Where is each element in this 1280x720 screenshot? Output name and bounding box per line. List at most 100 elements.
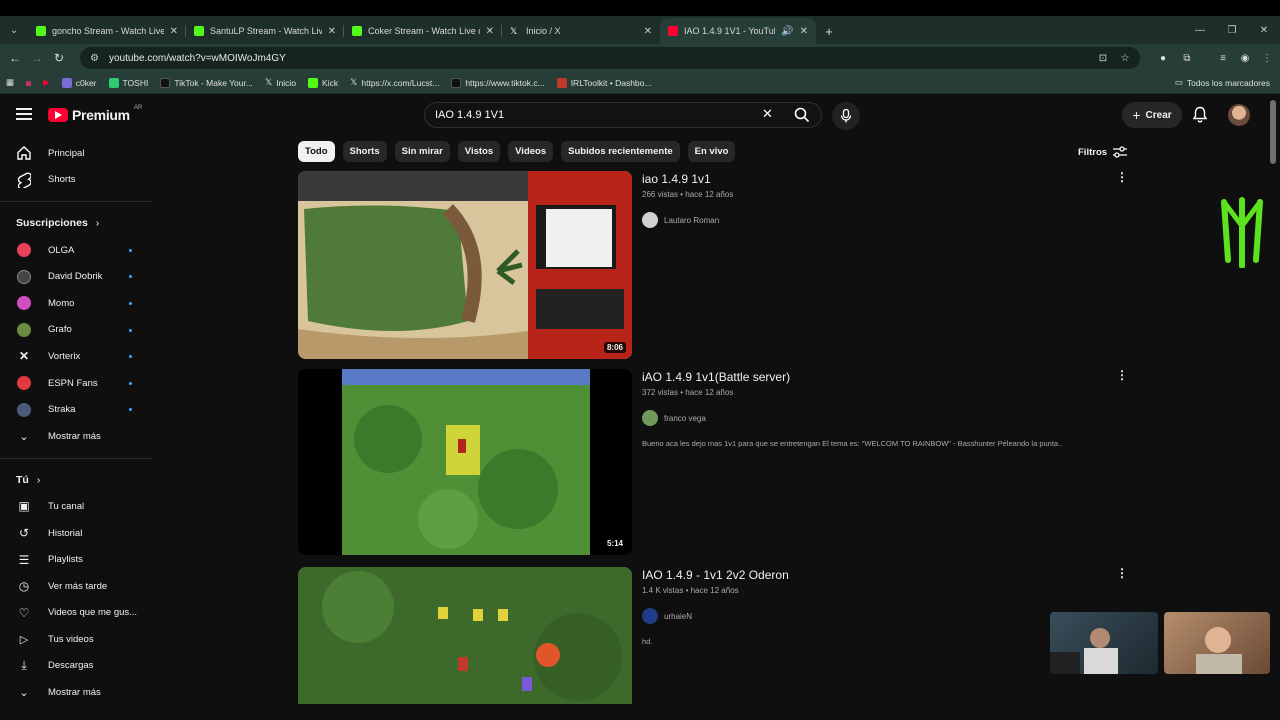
browser-tab[interactable]: SantuLP Stream - Watch Live on Kick ✕ [186, 18, 344, 44]
bookmark-star-icon[interactable]: ☆ [1114, 53, 1136, 64]
profile-icon[interactable]: ◉ [1234, 53, 1256, 64]
sidebar-item-principal[interactable]: Principal [0, 140, 152, 167]
reload-icon[interactable]: ↻ [48, 51, 70, 65]
close-window-icon[interactable]: ✕ [1248, 25, 1280, 36]
sidebar-subscription[interactable]: Straka [0, 396, 152, 423]
browser-tab[interactable]: goncho Stream - Watch Live on Kick ✕ [28, 18, 186, 44]
sidebar-item-tus-videos[interactable]: ▷ Tus videos [0, 626, 152, 653]
youtube-bookmark-icon[interactable]: ▶ [43, 77, 50, 88]
chip-vistos[interactable]: Vistos [457, 141, 501, 162]
tab-search-icon[interactable]: ⌄ [0, 16, 28, 44]
apps-grid-icon[interactable]: ▦ [6, 77, 14, 88]
back-icon[interactable]: ← [4, 51, 26, 65]
search-button[interactable] [782, 102, 822, 128]
search-icon [794, 107, 810, 123]
menu-kebab-icon[interactable]: ⋮ [1256, 53, 1278, 64]
chip-videos[interactable]: Videos [508, 141, 554, 162]
tab-title: IAO 1.4.9 1V1 - YouTube [684, 26, 776, 36]
page-scrollbar[interactable] [1270, 100, 1276, 164]
more-actions-icon[interactable]: ⋮ [1116, 171, 1128, 183]
subscriptions-heading[interactable]: Suscripciones › [0, 210, 152, 237]
sidebar-item-tu-canal[interactable]: ▣ Tu canal [0, 493, 152, 520]
close-icon[interactable]: ✕ [328, 26, 336, 37]
chip-shorts[interactable]: Shorts [342, 141, 387, 162]
youtube-masthead: Premium AR IAO 1.4.9 1V1 ✕ + Crear [0, 98, 1280, 134]
bookmark-item[interactable]: 𝕏https://x.com/Lucst... [350, 77, 439, 88]
you-heading[interactable]: Tú › [0, 467, 152, 494]
clear-search-icon[interactable]: ✕ [762, 106, 773, 122]
extensions-puzzle-icon[interactable]: ⧉ [1176, 53, 1198, 64]
create-button[interactable]: + Crear [1122, 102, 1182, 128]
channel-link[interactable]: Lautaro Roman [642, 212, 1112, 228]
download-icon: ⤓ [21, 658, 27, 673]
address-bar[interactable]: ⚙ youtube.com/watch?v=wMOIWoJm4GY [80, 47, 1140, 69]
account-avatar[interactable] [1228, 104, 1250, 126]
install-app-icon[interactable]: ⊡ [1092, 53, 1114, 64]
chip-todo[interactable]: Todo [298, 141, 335, 162]
youtube-premium-logo[interactable]: Premium AR [48, 105, 142, 123]
sidebar-subscription[interactable]: OLGA [0, 237, 152, 264]
speaker-icon[interactable]: 🔊 [781, 26, 793, 37]
sidebar-item-ver-mas-tarde[interactable]: ◷ Ver más tarde [0, 573, 152, 600]
monster-energy-logo [1216, 196, 1270, 269]
sidebar-subscription[interactable]: ✕ Vorterix [0, 343, 152, 370]
bookmark-item[interactable]: 𝕏 Inicio [265, 77, 296, 88]
sidebar-show-more-you[interactable]: ⌄ Mostrar más [0, 679, 152, 706]
chip-subidos-recientemente[interactable]: Subidos recientemente [561, 141, 680, 162]
sidebar-show-more[interactable]: ⌄ Mostrar más [0, 423, 152, 450]
sidebar-item-playlists[interactable]: ☰ Playlists [0, 546, 152, 573]
sidebar-subscription[interactable]: David Dobrik [0, 263, 152, 290]
video-title[interactable]: iao 1.4.9 1v1 [642, 171, 1112, 187]
chevron-right-icon: › [95, 217, 100, 230]
new-tab-button[interactable]: + [816, 18, 842, 44]
notifications-button[interactable] [1192, 106, 1208, 129]
video-thumbnail[interactable]: 8:06 [298, 171, 632, 359]
sidebar-item-historial[interactable]: ↺ Historial [0, 520, 152, 547]
bookmark-item[interactable]: Kick [308, 77, 338, 88]
browser-tab-active[interactable]: IAO 1.4.9 1V1 - YouTube 🔊 ✕ [660, 18, 816, 44]
guide-menu-icon[interactable] [16, 108, 32, 120]
channel-avatar [642, 212, 658, 228]
bookmark-item[interactable]: c0ker [61, 77, 97, 88]
video-title[interactable]: iAO 1.4.9 1v1(Battle server) [642, 369, 1112, 385]
video-title[interactable]: IAO 1.4.9 - 1v1 2v2 Oderon [642, 567, 1112, 583]
video-result[interactable]: 5:14 iAO 1.4.9 1v1(Battle server) 372 vi… [298, 369, 1132, 559]
bookmark-item[interactable]: IRLToolkit • Dashbo... [556, 77, 651, 88]
browser-tab[interactable]: 𝕏 Inicio / X ✕ [502, 18, 660, 44]
browser-tab[interactable]: Coker Stream - Watch Live on Kick ✕ [344, 18, 502, 44]
restore-icon[interactable]: ❐ [1216, 25, 1248, 36]
sidebar-item-shorts[interactable]: Shorts [0, 167, 152, 194]
close-icon[interactable]: ✕ [170, 26, 178, 37]
close-icon[interactable]: ✕ [644, 26, 652, 37]
minimize-icon[interactable]: — [1184, 25, 1216, 36]
filters-button[interactable]: Filtros [1078, 146, 1128, 158]
all-bookmarks[interactable]: ▭ Todos los marcadores [1175, 77, 1270, 88]
chip-en-vivo[interactable]: En vivo [687, 141, 736, 162]
voice-search-button[interactable] [832, 102, 860, 130]
media-control-icon[interactable]: ≡ [1212, 53, 1234, 64]
instagram-icon[interactable]: ◙ [26, 78, 31, 88]
video-thumbnail[interactable] [298, 567, 632, 704]
sidebar-subscription[interactable]: ESPN Fans [0, 370, 152, 397]
channel-link[interactable]: franco vega [642, 410, 1112, 426]
more-actions-icon[interactable]: ⋮ [1116, 567, 1128, 579]
site-info-icon[interactable]: ⚙ [90, 53, 99, 64]
sidebar-subscription[interactable]: Grafo [0, 317, 152, 344]
bookmark-item[interactable]: TikTok - Make Your... [160, 77, 253, 88]
browser-toolbar: ← → ↻ ⚙ youtube.com/watch?v=wMOIWoJm4GY … [0, 44, 1280, 72]
chip-sin-mirar[interactable]: Sin mirar [394, 141, 450, 162]
more-actions-icon[interactable]: ⋮ [1116, 369, 1128, 381]
bookmark-item[interactable]: https://www.tiktok.c... [451, 77, 545, 88]
sidebar-item-liked-videos[interactable]: ♡ Videos que me gus... [0, 600, 152, 627]
video-result[interactable]: 8:06 iao 1.4.9 1v1 266 vistas • hace 12 … [298, 171, 1132, 361]
sidebar-item-descargas[interactable]: ⤓ Descargas [0, 653, 152, 680]
close-icon[interactable]: ✕ [800, 26, 808, 37]
video-thumbnail[interactable]: 5:14 [298, 369, 632, 555]
video-result[interactable]: IAO 1.4.9 - 1v1 2v2 Oderon 1.4 K vistas … [298, 567, 1132, 704]
sidebar-subscription[interactable]: Momo [0, 290, 152, 317]
bookmark-item[interactable]: TOSHI [108, 77, 148, 88]
channel-link[interactable]: urhaieN [642, 608, 1112, 624]
extension-icon[interactable]: ● [1152, 53, 1174, 64]
forward-icon[interactable]: → [26, 51, 48, 65]
close-icon[interactable]: ✕ [486, 26, 494, 37]
